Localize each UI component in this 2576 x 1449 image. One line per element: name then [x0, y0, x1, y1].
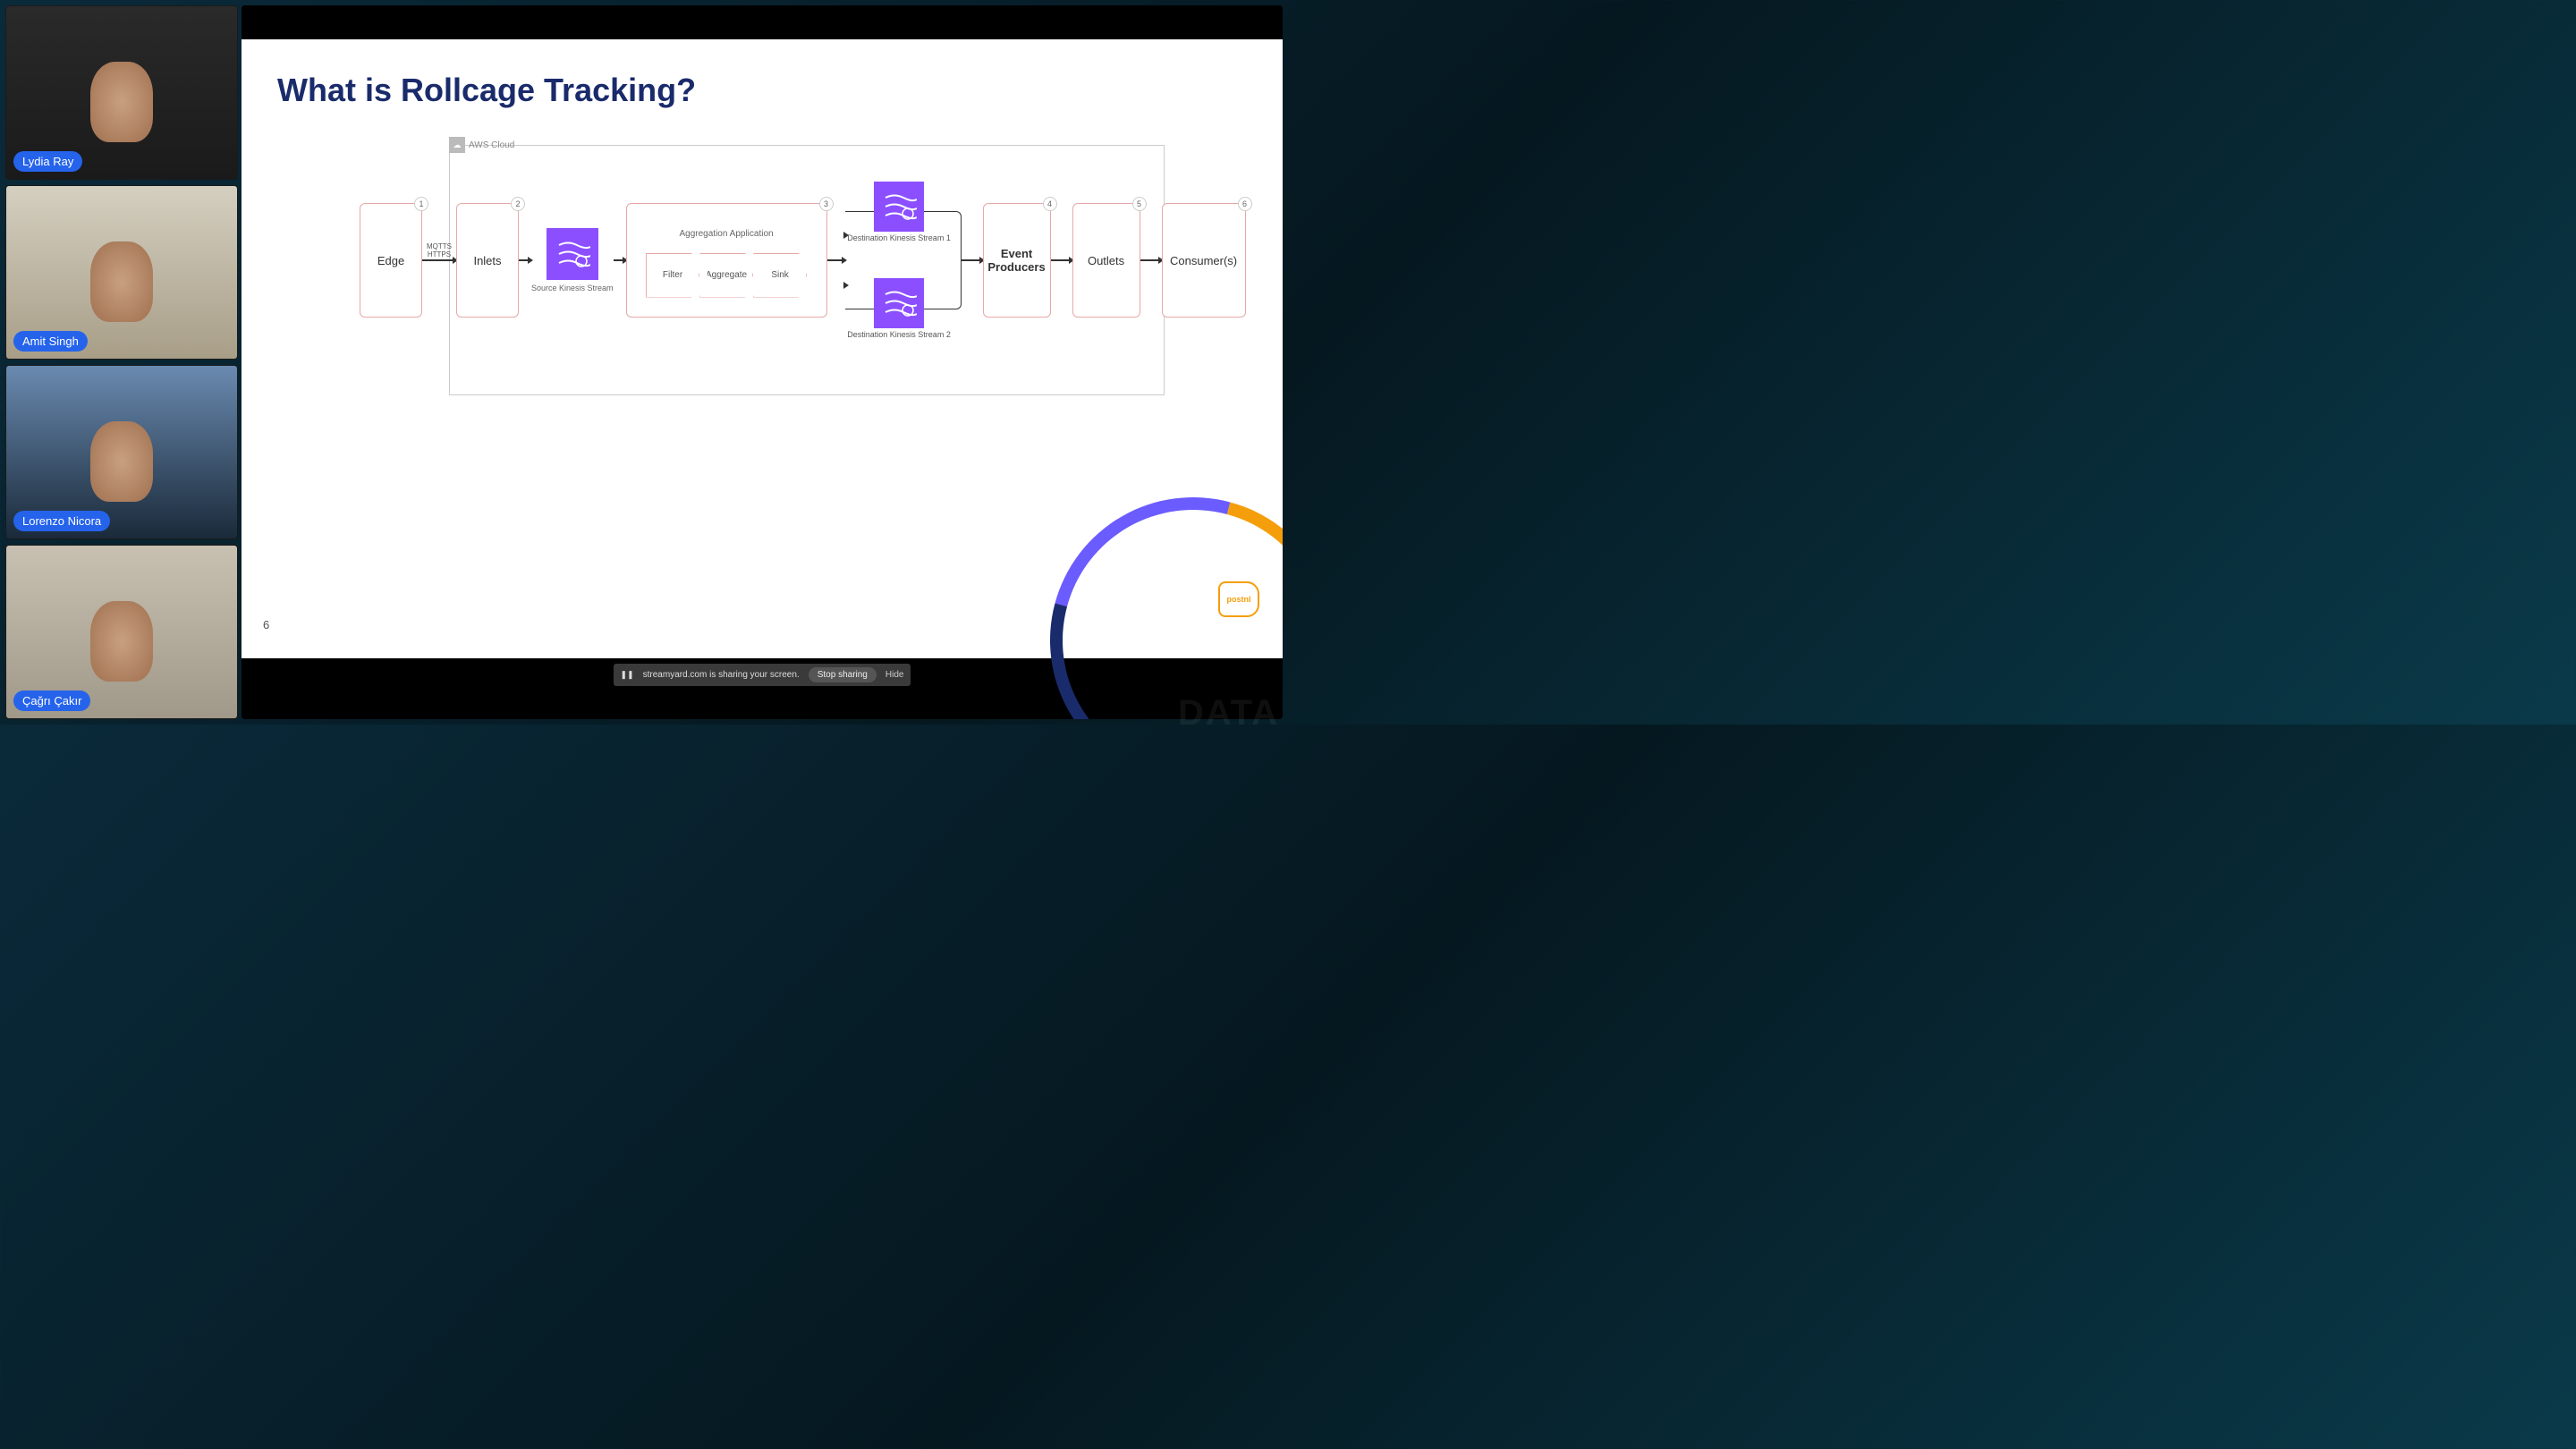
arrow-icon: [827, 259, 845, 261]
inlets-box: Inlets 2: [456, 203, 519, 318]
arrow-icon: [614, 259, 626, 261]
aggregate-stage: Aggregate: [699, 253, 753, 298]
shared-screen[interactable]: What is Rollcage Tracking? ☁ AWS Cloud E…: [242, 5, 1283, 719]
aggregation-title: Aggregation Application: [680, 229, 774, 239]
slide-content: What is Rollcage Tracking? ☁ AWS Cloud E…: [242, 39, 1283, 658]
arrow-icon: [962, 259, 983, 261]
participant-name-tag: Çağrı Çakır: [13, 691, 90, 711]
box-number: 2: [511, 197, 525, 211]
box-number: 5: [1132, 197, 1147, 211]
sink-stage: Sink: [753, 253, 807, 298]
letterbox-top: [242, 5, 1283, 39]
arrow-icon: [1051, 259, 1072, 261]
edge-box: Edge 1: [360, 203, 422, 318]
kinesis-label: Destination Kinesis Stream 2: [847, 330, 951, 339]
participant-tile[interactable]: Çağrı Çakır: [5, 545, 238, 719]
stop-sharing-button[interactable]: Stop sharing: [809, 667, 877, 682]
box-label: Consumer(s): [1170, 254, 1237, 267]
arrow-icon: MQTTS HTTPS: [422, 259, 456, 261]
box-label: Event Producers: [987, 247, 1045, 274]
hide-button[interactable]: Hide: [886, 670, 904, 680]
filter-stage: Filter: [646, 253, 699, 298]
slide-title: What is Rollcage Tracking?: [277, 72, 1247, 109]
arrow-icon: [843, 232, 849, 239]
pause-icon: ❚❚: [621, 670, 634, 680]
background-watermark: DATA: [1178, 693, 1279, 733]
participant-name-tag: Amit Singh: [13, 331, 88, 352]
participant-name-tag: Lorenzo Nicora: [13, 511, 110, 531]
source-kinesis-stream: Source Kinesis Stream: [531, 228, 614, 292]
participant-name-tag: Lydia Ray: [13, 151, 82, 172]
architecture-diagram: ☁ AWS Cloud Edge 1 MQTTS HTTPS: [360, 145, 1165, 413]
protocol-label: MQTTS HTTPS: [427, 243, 452, 259]
kinesis-label: Source Kinesis Stream: [531, 284, 614, 292]
box-number: 3: [819, 197, 834, 211]
box-number: 4: [1043, 197, 1057, 211]
aggregation-box: Aggregation Application Filter Aggregate…: [626, 203, 827, 318]
kinesis-icon: [547, 228, 598, 280]
destination-streams: Destination Kinesis Stream 1 Destination…: [845, 211, 962, 309]
postnl-logo: postnl: [1218, 581, 1259, 617]
box-label: Edge: [377, 254, 404, 267]
box-number: 6: [1238, 197, 1252, 211]
screen-share-notification: ❚❚ streamyard.com is sharing your screen…: [614, 664, 911, 686]
participant-tile[interactable]: Amit Singh: [5, 185, 238, 360]
share-message: streamyard.com is sharing your screen.: [643, 670, 800, 680]
kinesis-icon: [874, 182, 924, 232]
kinesis-label: Destination Kinesis Stream 1: [847, 233, 951, 242]
main-presentation-area: What is Rollcage Tracking? ☁ AWS Cloud E…: [242, 0, 1288, 724]
aws-cloud-label: AWS Cloud: [469, 140, 514, 150]
kinesis-icon: [874, 278, 924, 328]
arrow-icon: [843, 282, 849, 289]
participant-tile[interactable]: Lorenzo Nicora: [5, 365, 238, 539]
box-label: Outlets: [1088, 254, 1124, 267]
aws-cloud-icon: ☁: [449, 137, 465, 153]
participant-tile[interactable]: Lydia Ray: [5, 5, 238, 180]
event-producers-box: Event Producers 4: [983, 203, 1051, 318]
slide-page-number: 6: [263, 618, 269, 631]
arrow-icon: [519, 259, 531, 261]
participant-sidebar: Lydia Ray Amit Singh Lorenzo Nicora Çağr…: [0, 0, 242, 724]
box-number: 1: [414, 197, 428, 211]
consumers-box: Consumer(s) 6: [1162, 203, 1246, 318]
arrow-icon: [1140, 259, 1162, 261]
box-label: Inlets: [473, 254, 501, 267]
outlets-box: Outlets 5: [1072, 203, 1140, 318]
